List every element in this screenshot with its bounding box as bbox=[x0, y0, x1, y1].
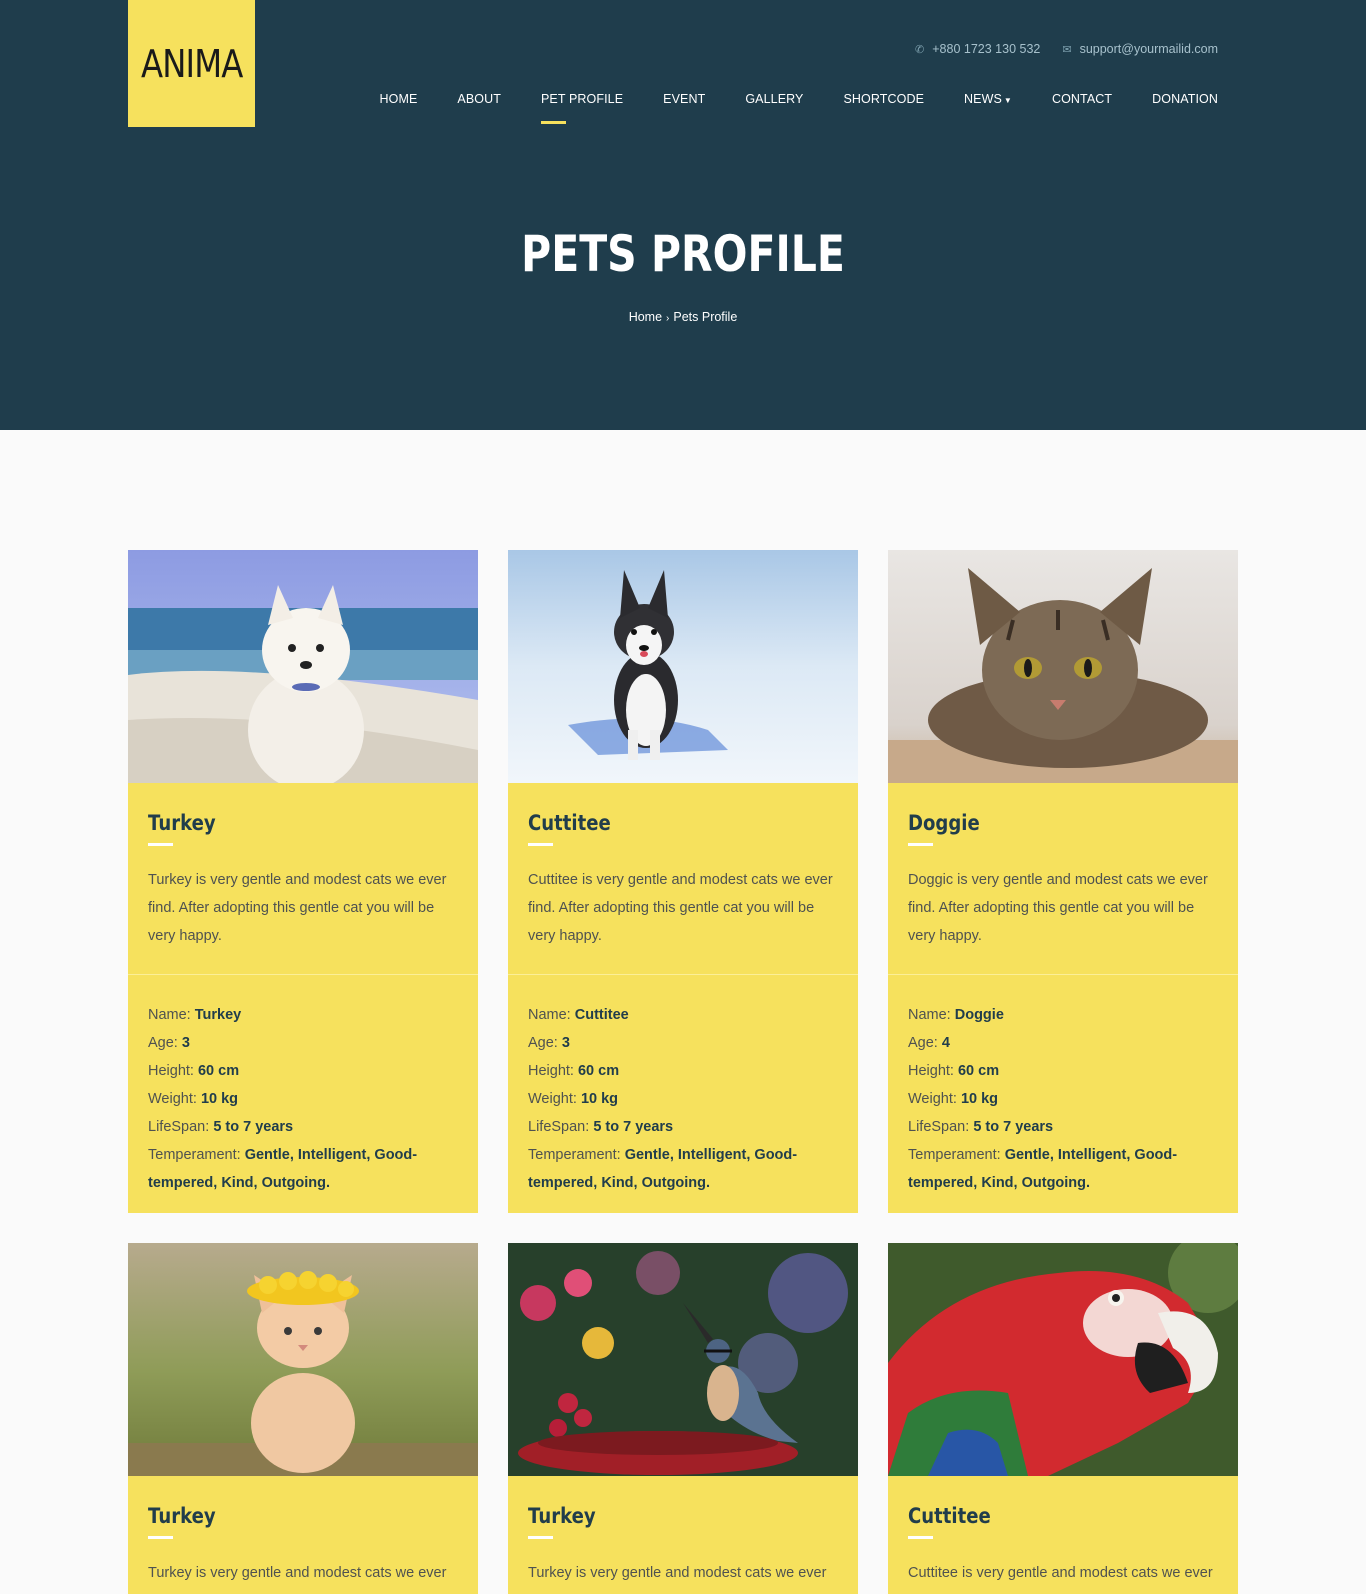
pet-description: Turkey is very gentle and modest cats we… bbox=[148, 872, 447, 944]
pet-facts: Name: Turkey Age: 3 Height: 60 cm Weight… bbox=[128, 975, 478, 1213]
pet-name[interactable]: Doggie bbox=[908, 811, 980, 835]
fact-lifespan: LifeSpan: 5 to 7 years bbox=[908, 1119, 1054, 1135]
pet-grid: Turkey Turkey is very gentle and modest … bbox=[128, 550, 1238, 1594]
nav-contact[interactable]: CONTACT bbox=[1052, 92, 1112, 106]
nav-news[interactable]: NEWS ▼ bbox=[964, 92, 1012, 106]
pet-card[interactable]: Cuttitee Cuttitee is very gentle and mod… bbox=[508, 550, 858, 1213]
chevron-right-icon: › bbox=[666, 313, 670, 324]
phone-number: +880 1723 130 532 bbox=[932, 42, 1041, 56]
fact-name: Name: Cuttitee bbox=[528, 1007, 629, 1023]
pet-description: Cuttitee is very gentle and modest cats … bbox=[908, 1565, 1213, 1594]
nav-event[interactable]: EVENT bbox=[663, 92, 705, 106]
fact-age: Age: 3 bbox=[528, 1035, 570, 1051]
contact-bar: ✆ +880 1723 130 532 ✉ support@yourmailid… bbox=[915, 42, 1218, 56]
fact-height: Height: 60 cm bbox=[908, 1063, 1000, 1079]
page-title: PETS PROFILE bbox=[521, 225, 845, 283]
fact-height: Height: 60 cm bbox=[148, 1063, 240, 1079]
pet-name[interactable]: Turkey bbox=[148, 811, 216, 835]
pet-facts: Name: Doggie Age: 4 Height: 60 cm Weight… bbox=[888, 975, 1238, 1213]
pet-photo-nuthatch-bird[interactable] bbox=[508, 1243, 858, 1476]
nav-gallery[interactable]: GALLERY bbox=[745, 92, 803, 106]
nav-news-label: NEWS bbox=[964, 92, 1002, 106]
pet-photo-tabby-cat[interactable] bbox=[888, 550, 1238, 783]
fact-temperament: Temperament: Gentle, Intelligent, Good-t… bbox=[908, 1147, 1178, 1191]
fact-temperament: Temperament: Gentle, Intelligent, Good-t… bbox=[528, 1147, 798, 1191]
fact-lifespan: LifeSpan: 5 to 7 years bbox=[528, 1119, 674, 1135]
title-underline bbox=[528, 1536, 553, 1539]
nav-about[interactable]: ABOUT bbox=[457, 92, 501, 106]
logo-text: ANIMA bbox=[140, 41, 243, 86]
fact-weight: Weight: 10 kg bbox=[148, 1091, 239, 1107]
title-underline bbox=[908, 843, 933, 846]
breadcrumb: Home › Pets Profile bbox=[0, 310, 1366, 324]
fact-name: Name: Turkey bbox=[148, 1007, 242, 1023]
pet-card[interactable]: Turkey Turkey is very gentle and modest … bbox=[128, 550, 478, 1213]
pet-description: Cuttitee is very gentle and modest cats … bbox=[528, 872, 833, 944]
fact-age: Age: 3 bbox=[148, 1035, 190, 1051]
phone-icon: ✆ bbox=[915, 43, 925, 56]
pet-photo-white-puppy[interactable] bbox=[128, 550, 478, 783]
email-contact[interactable]: ✉ support@yourmailid.com bbox=[1062, 42, 1218, 56]
main-nav: HOME ABOUT PET PROFILE EVENT GALLERY SHO… bbox=[380, 92, 1218, 124]
pet-card[interactable]: Turkey Turkey is very gentle and modest … bbox=[508, 1243, 858, 1594]
pet-card[interactable]: Cuttitee Cuttitee is very gentle and mod… bbox=[888, 1243, 1238, 1594]
pet-card[interactable]: Doggie Doggic is very gentle and modest … bbox=[888, 550, 1238, 1213]
phone-contact[interactable]: ✆ +880 1723 130 532 bbox=[915, 42, 1040, 56]
title-underline bbox=[528, 843, 553, 846]
pet-photo-macaw-parrot[interactable] bbox=[888, 1243, 1238, 1476]
title-underline bbox=[908, 1536, 933, 1539]
fact-lifespan: LifeSpan: 5 to 7 years bbox=[148, 1119, 294, 1135]
caret-down-icon: ▼ bbox=[1003, 96, 1012, 105]
breadcrumb-current: Pets Profile bbox=[673, 310, 738, 324]
pet-photo-kitten[interactable] bbox=[128, 1243, 478, 1476]
envelope-icon: ✉ bbox=[1062, 43, 1072, 56]
pet-name[interactable]: Turkey bbox=[528, 1504, 596, 1528]
nav-shortcode[interactable]: SHORTCODE bbox=[843, 92, 924, 106]
pet-name[interactable]: Turkey bbox=[148, 1504, 216, 1528]
fact-weight: Weight: 10 kg bbox=[908, 1091, 999, 1107]
pet-photo-husky[interactable] bbox=[508, 550, 858, 783]
title-underline bbox=[148, 843, 173, 846]
pet-name[interactable]: Cuttitee bbox=[908, 1504, 991, 1528]
fact-name: Name: Doggie bbox=[908, 1007, 1004, 1023]
pet-card[interactable]: Turkey Turkey is very gentle and modest … bbox=[128, 1243, 478, 1594]
hero-header: ANIMA ✆ +880 1723 130 532 ✉ support@your… bbox=[0, 0, 1366, 430]
fact-temperament: Temperament: Gentle, Intelligent, Good-t… bbox=[148, 1147, 418, 1191]
logo[interactable]: ANIMA bbox=[128, 0, 255, 127]
nav-home[interactable]: HOME bbox=[380, 92, 418, 106]
fact-height: Height: 60 cm bbox=[528, 1063, 620, 1079]
nav-pet-profile[interactable]: PET PROFILE bbox=[540, 92, 623, 124]
pet-description: Doggic is very gentle and modest cats we… bbox=[908, 872, 1208, 944]
pet-facts: Name: Cuttitee Age: 3 Height: 60 cm Weig… bbox=[508, 975, 858, 1213]
title-underline bbox=[148, 1536, 173, 1539]
email-address: support@yourmailid.com bbox=[1079, 42, 1218, 56]
fact-age: Age: 4 bbox=[908, 1035, 950, 1051]
pet-name[interactable]: Cuttitee bbox=[528, 811, 611, 835]
fact-weight: Weight: 10 kg bbox=[528, 1091, 619, 1107]
nav-donation[interactable]: DONATION bbox=[1152, 92, 1218, 106]
pet-description: Turkey is very gentle and modest cats we… bbox=[528, 1565, 827, 1594]
pet-description: Turkey is very gentle and modest cats we… bbox=[148, 1565, 447, 1594]
breadcrumb-home[interactable]: Home bbox=[629, 310, 662, 324]
